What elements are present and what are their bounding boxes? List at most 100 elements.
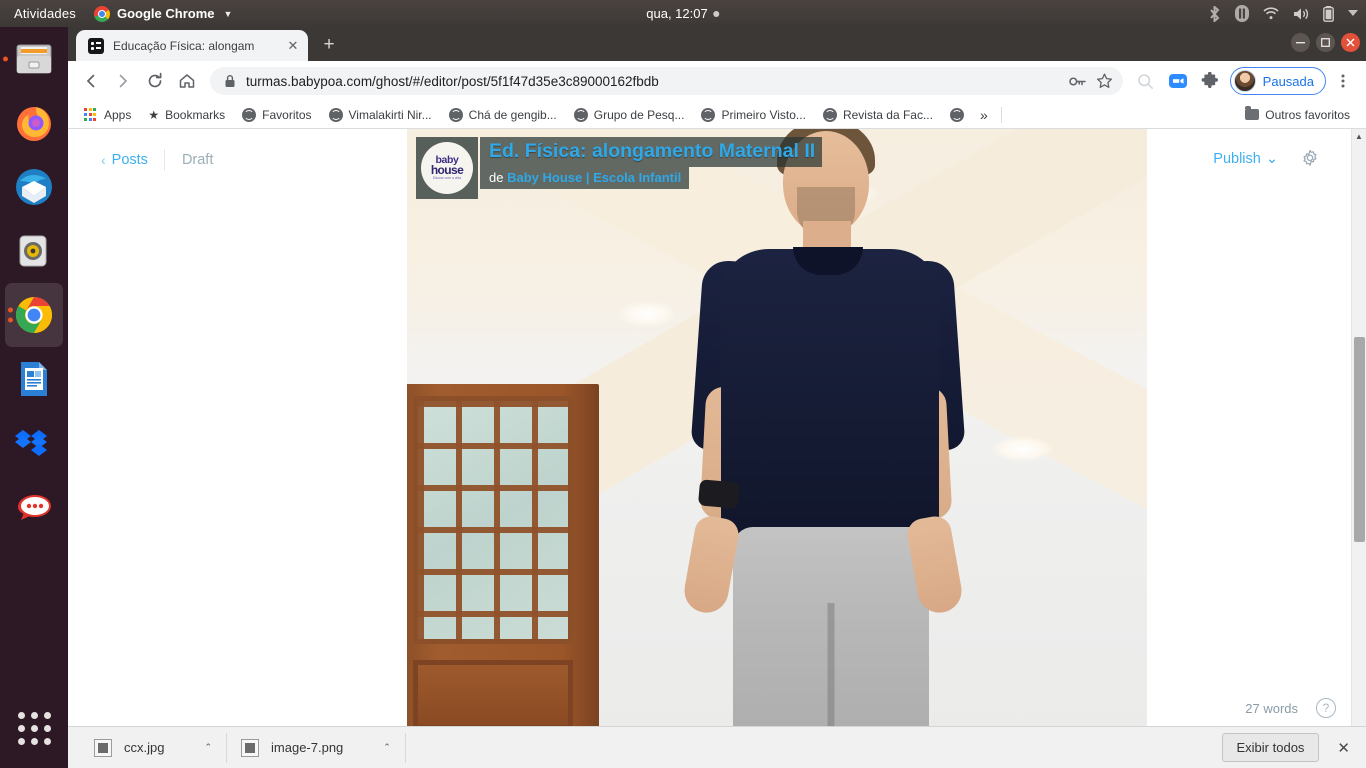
address-bar[interactable]: turmas.babypoa.com/ghost/#/editor/post/5… [210, 67, 1123, 95]
apps-grid-icon [84, 107, 98, 122]
maximize-button[interactable] [1316, 33, 1335, 52]
tray-chevron-down-icon[interactable] [1348, 10, 1358, 17]
pause-indicator-icon[interactable] [1235, 5, 1249, 22]
url-text: turmas.babypoa.com/ghost/#/editor/post/5… [246, 73, 659, 89]
scrollbar-thumb[interactable] [1354, 337, 1365, 542]
video-frame[interactable] [407, 129, 1147, 736]
bookmark-cha-de-gengibre[interactable]: Chá de gengib... [441, 105, 565, 125]
lock-icon [224, 74, 236, 88]
bookmark-label: Primeiro Visto... [721, 107, 806, 122]
ghost-icon [88, 37, 104, 54]
chevron-down-icon: ▼ [223, 8, 233, 19]
tab-title: Educação Física: alongam [113, 38, 255, 53]
dock-item-rhythmbox[interactable] [0, 219, 68, 283]
search-disabled-icon[interactable] [1131, 66, 1161, 96]
page-scrollbar[interactable]: ▲ ▼ [1351, 129, 1366, 736]
profile-chip[interactable]: Pausada [1229, 67, 1326, 95]
chrome-menu-button[interactable] [1328, 66, 1358, 96]
dock-item-rocketchat[interactable] [0, 475, 68, 539]
logo-line-2: house [430, 162, 464, 177]
publish-button[interactable]: Publish ⌄ [1213, 151, 1278, 167]
download-filename: image-7.png [271, 740, 344, 755]
back-to-posts-link[interactable]: ‹ Posts [101, 152, 164, 168]
byline-prefix: de [489, 170, 504, 185]
apps-grid-icon [17, 711, 51, 745]
scroll-up-button[interactable]: ▲ [1352, 129, 1366, 144]
chevron-down-icon: ⌄ [1265, 151, 1278, 167]
key-icon[interactable] [1068, 74, 1086, 89]
close-shelf-icon[interactable]: ✕ [1333, 739, 1354, 757]
chevron-left-icon: ‹ [101, 152, 106, 168]
bookmarks-overflow-button[interactable]: » [973, 104, 995, 126]
star-icon[interactable] [1096, 73, 1113, 89]
close-button[interactable] [1341, 33, 1360, 52]
word-count-area: 27 words ? [1245, 698, 1336, 718]
dock-item-firefox[interactable] [0, 91, 68, 155]
other-bookmarks-button[interactable]: Outros favoritos [1237, 105, 1358, 125]
dock-item-thunderbird[interactable] [0, 155, 68, 219]
bookmark-grupo-de-pesquisa[interactable]: Grupo de Pesq... [566, 105, 693, 125]
download-item-image7[interactable]: image-7.png ⌃ [227, 732, 406, 763]
dock-item-dropbox[interactable] [0, 411, 68, 475]
shelf-actions: Exibir todos ✕ [1221, 733, 1355, 762]
bookmark-label: Chá de gengib... [468, 107, 557, 122]
minimize-button[interactable] [1291, 33, 1310, 52]
chevron-up-icon[interactable]: ⌃ [204, 742, 212, 753]
video-byline: de Baby House | Escola Infantil [480, 167, 690, 189]
channel-link[interactable]: Baby House | Escola Infantil [507, 170, 681, 185]
clock-button[interactable]: qua, 12:07 [646, 6, 720, 21]
settings-button[interactable] [1300, 149, 1320, 169]
reload-button[interactable] [140, 66, 170, 96]
editor-header-right: Publish ⌄ [1213, 149, 1320, 169]
firefox-icon [12, 101, 56, 145]
download-item-ccx[interactable]: ccx.jpg ⌃ [80, 732, 228, 763]
video-title[interactable]: Ed. Física: alongamento Maternal II [480, 137, 823, 167]
profile-label: Pausada [1262, 73, 1314, 89]
dropbox-icon [12, 421, 56, 465]
battery-icon[interactable] [1323, 5, 1334, 22]
globe-icon [573, 107, 588, 122]
file-thumbnail-icon [94, 738, 112, 757]
bookmark-primeiro-visto[interactable]: Primeiro Visto... [693, 105, 813, 125]
volume-icon[interactable] [1293, 7, 1309, 21]
home-button[interactable] [172, 66, 202, 96]
channel-avatar[interactable]: baby house Educar com a vida [416, 137, 478, 199]
bluetooth-icon[interactable] [1208, 5, 1221, 22]
tab-ghost-editor[interactable]: Educação Física: alongam ✕ [76, 30, 308, 61]
dock-item-libreoffice-writer[interactable] [0, 347, 68, 411]
globe-icon [949, 107, 964, 122]
forward-button[interactable] [108, 66, 138, 96]
dock-item-files[interactable] [0, 27, 68, 91]
dock-item-google-chrome[interactable] [5, 283, 63, 347]
help-circle-icon[interactable]: ? [1316, 698, 1336, 718]
bookmark-vimalakirti[interactable]: Vimalakirti Nir... [321, 105, 440, 125]
bookmark-apps[interactable]: Apps [76, 105, 139, 125]
bookmark-bookmarks[interactable]: ★ Bookmarks [140, 105, 233, 125]
bookmark-extra[interactable] [942, 105, 972, 125]
zoom-video-icon[interactable] [1163, 66, 1193, 96]
running-indicator-icon [3, 56, 8, 62]
bookmark-label: Bookmarks [165, 107, 226, 122]
bookmark-favoritos[interactable]: Favoritos [234, 105, 319, 125]
libreoffice-writer-icon [12, 357, 56, 401]
folder-icon [1245, 106, 1260, 120]
bookmark-revista-da-faculdade[interactable]: Revista da Fac... [815, 105, 941, 125]
activities-button[interactable]: Atividades [0, 6, 88, 21]
back-button[interactable] [76, 66, 106, 96]
avatar [1233, 70, 1256, 92]
chrome-logo-icon [93, 5, 110, 22]
tab-strip: Educação Física: alongam ✕ + [68, 27, 1366, 61]
show-all-downloads-button[interactable]: Exibir todos [1221, 733, 1320, 762]
chevron-up-icon[interactable]: ⌃ [383, 742, 391, 753]
show-applications-button[interactable] [0, 698, 68, 758]
extensions-puzzle-icon[interactable] [1195, 66, 1225, 96]
new-tab-button[interactable]: + [315, 31, 343, 59]
app-menu-button[interactable]: Google Chrome ▼ [88, 5, 238, 22]
gear-icon [1303, 149, 1317, 166]
close-icon[interactable]: ✕ [284, 37, 302, 55]
page-viewport: ‹ Posts Draft Publish ⌄ baby house Educa… [68, 129, 1366, 736]
video-embed[interactable]: baby house Educar com a vida Ed. Física:… [407, 129, 1147, 736]
globe-icon [242, 107, 257, 122]
wifi-icon[interactable] [1263, 7, 1279, 20]
system-tray[interactable] [1208, 5, 1358, 22]
